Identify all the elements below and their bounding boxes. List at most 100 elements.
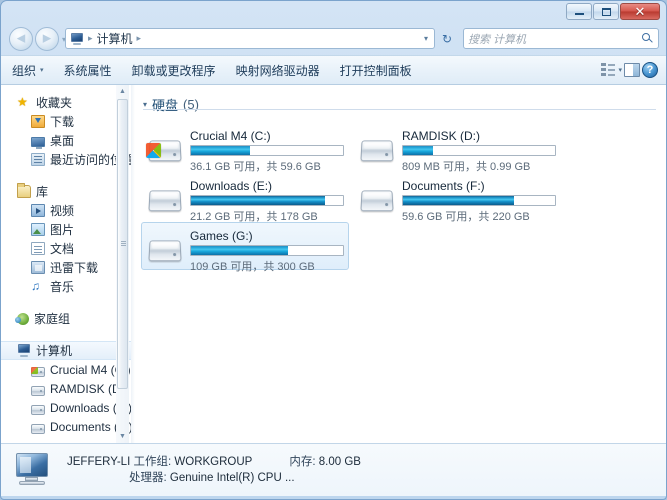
sidebar-label: 桌面 [50,134,75,148]
sidebar-item-drive-c[interactable]: Crucial M4 (C:) [1,360,131,379]
sidebar-item-pictures[interactable]: 图片 [1,220,131,239]
sidebar-label: 迅雷下载 [50,261,99,275]
sidebar-label: 下载 [50,115,75,129]
sidebar-item-drive-e[interactable]: Downloads (E:) [1,398,131,417]
recent-places-icon [31,153,45,166]
music-icon: ♫ [31,279,40,293]
system-properties-button[interactable]: 系统属性 [55,59,121,82]
sidebar-item-drive-d[interactable]: RAMDISK (D:) [1,379,131,398]
capacity-bar [190,195,344,206]
organize-button[interactable]: 组织 ▾ [3,59,53,82]
sidebar-item-computer[interactable]: 计算机 [1,341,131,360]
drive-tile-f[interactable]: Documents (F:) 59.6 GB 可用，共 220 GB [353,172,561,223]
close-icon: ✕ [634,4,646,19]
thunder-download-icon [31,261,45,274]
sidebar-item-downloads[interactable]: 下载 [1,112,131,131]
back-button[interactable]: ◀ [9,27,33,51]
search-box[interactable]: 搜索 计算机 [463,28,659,49]
sidebar-group-homegroup: 家庭组 [1,309,131,328]
drive-tile-e[interactable]: Downloads (E:) 21.2 GB 可用，共 178 GB [141,172,349,223]
drive-tile-g[interactable]: Games (G:) 109 GB 可用，共 300 GB [141,222,349,273]
group-divider [143,109,656,110]
sidebar-label: 家庭组 [34,312,71,326]
help-icon[interactable]: ? [642,62,658,78]
drive-tile-c[interactable]: Crucial M4 (C:) 36.1 GB 可用，共 59.6 GB [141,122,349,173]
command-toolbar: 组织 ▾ 系统属性 卸载或更改程序 映射网络驱动器 打开控制面板 ▾ ? [1,55,666,85]
sidebar-item-desktop[interactable]: 桌面 [1,131,131,150]
minimize-icon [574,13,584,15]
drive-info: Games (G:) 109 GB 可用，共 300 GB [184,227,344,274]
drive-name: Games (G:) [190,229,253,243]
drive-info: Documents (F:) 59.6 GB 可用，共 220 GB [396,177,556,224]
sidebar-group-favorites: ★ 收藏夹 下载 桌面 最近访问的位置 [1,93,131,169]
breadcrumb-computer[interactable]: 计算机 [95,30,135,47]
refresh-button[interactable]: ↻ [439,31,455,47]
preview-pane-icon[interactable] [624,63,640,77]
search-input[interactable]: 搜索 计算机 [468,31,526,47]
drive-system-icon [31,366,45,377]
details-line-2: 处理器: Genuine Intel(R) CPU ... [67,470,361,486]
memory-label: 内存: [289,456,316,468]
sidebar-item-homegroup[interactable]: 家庭组 [1,309,131,328]
sidebar-item-documents[interactable]: 文档 [1,239,131,258]
group-header-hard-disks[interactable]: ▾ 硬盘 (5) [143,95,666,114]
sidebar-scrollbar[interactable]: ▲ ▼ [116,85,129,443]
drive-tile-d[interactable]: RAMDISK (D:) 809 MB 可用，共 0.99 GB [353,122,561,173]
address-dropdown-icon[interactable]: ▾ [424,34,430,43]
sidebar-item-recent-places[interactable]: 最近访问的位置 [1,150,131,169]
capacity-fill [191,196,325,205]
sidebar-item-videos[interactable]: 视频 [1,201,131,220]
drive-icon [31,404,45,415]
cpu-label: 处理器: [129,472,167,484]
sidebar-group-computer: 计算机 Crucial M4 (C:) RAMDISK (D:) Downloa… [1,341,131,436]
forward-button[interactable]: ▶ [35,27,59,51]
sidebar-item-favorites[interactable]: ★ 收藏夹 [1,93,131,112]
videos-icon [31,204,45,217]
nav-buttons: ◀ ▶ ▾ [9,27,66,51]
breadcrumb-separator-2-icon[interactable]: ▸ [135,33,144,44]
drive-icon [146,237,184,267]
uninstall-change-program-button[interactable]: 卸载或更改程序 [123,59,225,82]
address-bar[interactable]: ▸ 计算机 ▸ ▾ [65,28,435,49]
change-view-icon[interactable] [601,63,616,77]
sidebar-item-drive-f[interactable]: Documents (F:) ▼ [1,417,131,436]
map-network-drive-button[interactable]: 映射网络驱动器 [227,59,329,82]
drive-name: Downloads (E:) [190,179,273,193]
sidebar-scrollbar-thumb[interactable] [117,99,128,389]
capacity-bar [402,145,556,156]
scroll-down-icon[interactable]: ▼ [116,430,129,443]
details-line-1: JEFFERY-LI 工作组: WORKGROUP 内存: 8.00 GB [67,454,361,470]
library-icon [17,183,31,198]
sidebar-item-libraries[interactable]: 库 [1,182,131,201]
watermark-secondary [650,488,654,499]
scroll-up-icon[interactable]: ▲ [116,85,129,98]
capacity-bar [190,245,344,256]
star-icon: ★ [17,95,28,109]
sidebar-label: 文档 [50,242,75,256]
minimize-button[interactable] [566,3,592,20]
close-button[interactable]: ✕ [620,3,660,20]
watermark [651,448,656,465]
sidebar-label: 收藏夹 [36,96,73,110]
search-icon [642,32,654,45]
view-chevron-down-icon[interactable]: ▾ [618,66,622,74]
downloads-icon [31,115,45,128]
forward-arrow-icon: ▶ [42,32,52,45]
homegroup-icon [15,312,29,325]
open-control-panel-button[interactable]: 打开控制面板 [331,59,421,82]
sidebar-item-thunder-download[interactable]: 迅雷下载 [1,258,131,277]
sidebar-item-music[interactable]: ♫ 音乐 [1,277,131,296]
pictures-icon [31,223,45,236]
details-pane: JEFFERY-LI 工作组: WORKGROUP 内存: 8.00 GB 处理… [1,444,666,496]
drive-icon [31,423,45,434]
capacity-fill [403,196,514,205]
documents-icon [31,242,45,255]
computer-name: JEFFERY-LI [67,456,131,468]
drive-usage: 59.6 GB 可用，共 220 GB [402,211,530,223]
file-list-pane: ▾ 硬盘 (5) Crucial M4 (C:) 36.1 GB 可用，共 59… [135,85,666,443]
maximize-button[interactable] [593,3,619,20]
drive-info: Downloads (E:) 21.2 GB 可用，共 178 GB [184,177,344,224]
toolbar-right-group: ▾ ? [601,62,666,78]
chevron-down-icon: ▾ [40,67,44,74]
